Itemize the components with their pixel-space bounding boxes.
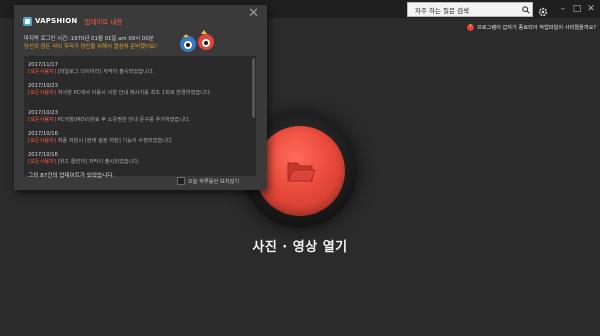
entry-tag: [모든사용자] [28, 89, 56, 96]
last-login-value: 1970년 01월 01일 am 09시 00분 [70, 36, 154, 42]
entry-text: 저사양 PC에서 이용시 사양 안내 메시지를 최초 1회로 변경하였습니다. [57, 89, 212, 96]
alert-icon: ! [467, 24, 474, 31]
update-entry: 2017/10/16 [모든사용자] [위즈 클린자] 자막이 출시되었습니다. [28, 152, 250, 165]
update-list-scrollbar[interactable] [252, 58, 255, 118]
update-list[interactable]: 2017/11/17 [모든사용자] [마일로그 다이어리] 자막이 출시되었습… [24, 56, 256, 176]
folder-icon [287, 162, 316, 182]
entry-text: [마일로그 다이어리] 자막이 출시되었습니다. [57, 68, 155, 75]
lost-file-notice-link[interactable]: ! 프로그램이 갑자기 종료되어 작업파일이 사라졌을까요? [467, 24, 596, 31]
update-entry: 2017/10/23 [모든사용자] PC저장(MOV)완료 후 소유권한 안내… [28, 110, 250, 123]
faq-search-input[interactable]: 자주 하는 질문 검색 [407, 2, 533, 17]
intro-message: 당신의 잠든 사이 우리가 당신을 위해서 열심히 준비했어요! [24, 44, 158, 50]
entry-tag: [모든사용자] [28, 137, 56, 144]
dialog-header: VAPSHION 업데이트 내용 [23, 16, 122, 26]
brand-name: VAPSHION [35, 17, 78, 25]
update-entry: 2017/10/16 [모든사용자] 최종 저장시 [현재 설정 저장] 기능이… [28, 131, 250, 144]
entry-tag: [모든사용자] [28, 116, 56, 123]
entry-tag: [모든사용자] [28, 158, 56, 165]
checkbox-box[interactable] [177, 177, 185, 185]
maximize-button[interactable]: □ [570, 1, 584, 17]
window-controls: – □ ✕ [556, 0, 598, 18]
entry-text: 최종 저장시 [현재 설정 저장] 기능이 수정되었습니다. [57, 137, 174, 144]
entry-tag: [모든사용자] [28, 68, 56, 75]
update-dialog: ✕ VAPSHION 업데이트 내용 마지막 로그인 시간: 1970년 01월… [14, 5, 267, 190]
minimize-button[interactable]: – [556, 1, 570, 17]
mascot-characters-icon [180, 30, 214, 52]
update-entry: 2017/11/17 [모든사용자] [마일로그 다이어리] 자막이 출시되었습… [28, 62, 250, 75]
hide-today-checkbox[interactable]: 오늘 하루동안 보지않기 [177, 177, 239, 185]
last-login-label: 마지막 로그인 시간: [24, 36, 71, 42]
notice-text: 프로그램이 갑자기 종료되어 작업파일이 사라졌을까요? [477, 25, 597, 31]
dialog-intro: 마지막 로그인 시간: 1970년 01월 01일 am 09시 00분 당신의… [24, 35, 157, 51]
open-media-label: 사진 · 영상 열기 [252, 240, 348, 255]
entry-text: PC저장(MOV)완료 후 소유권한 안내 문구를 추가하였습니다. [57, 116, 191, 123]
settings-gear-icon[interactable] [537, 3, 549, 17]
vapshion-logo-icon [23, 16, 32, 26]
update-entry: 2017/10/23 [모든사용자] 저사양 PC에서 이용시 사양 안내 메시… [28, 83, 250, 96]
last-login-line: 마지막 로그인 시간: 1970년 01월 01일 am 09시 00분 [24, 35, 157, 43]
more-updates-text: 그외 87건의 업데이트가 있었습니다. [28, 173, 115, 179]
dialog-close-icon[interactable]: ✕ [248, 7, 259, 20]
entry-text: [위즈 클린자] 자막이 출시되었습니다. [57, 158, 140, 165]
search-placeholder: 자주 하는 질문 검색 [415, 6, 470, 15]
open-media-button-face[interactable] [255, 126, 345, 216]
search-icon[interactable] [520, 4, 532, 16]
hide-today-label: 오늘 하루동안 보지않기 [188, 178, 240, 185]
close-button[interactable]: ✕ [584, 1, 598, 17]
dialog-title: 업데이트 내용 [84, 18, 123, 26]
